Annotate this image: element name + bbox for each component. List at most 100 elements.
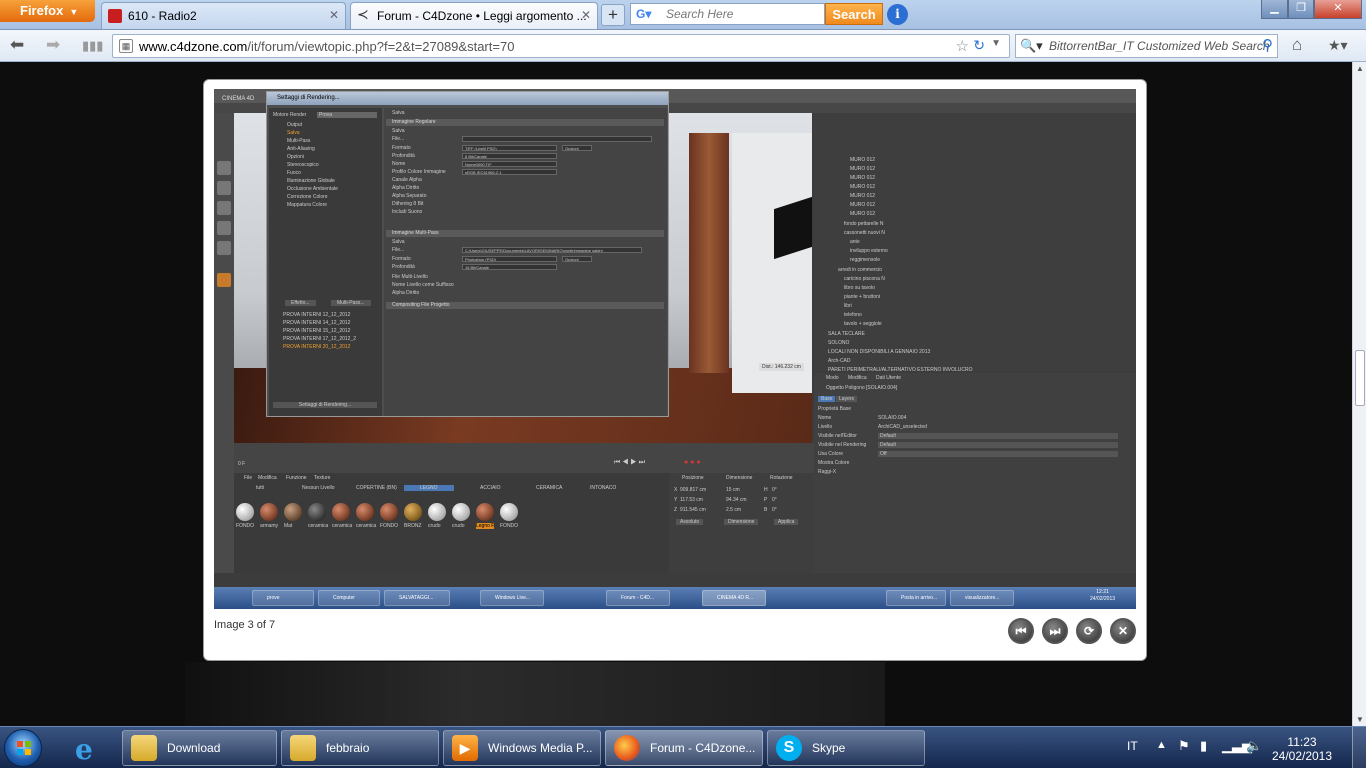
tree-item[interactable]: cassonetti nuovi N [844,230,885,236]
timeline[interactable]: 0 F ⏮ ◀ ▶ ⏭ ● ● ● [234,443,814,473]
coord-field[interactable]: 911.545 cm [680,507,706,513]
mat-menu-item[interactable]: Texture [314,475,330,481]
mat-tab-active[interactable]: LEGNO [404,485,454,491]
tree-item[interactable]: Arch-CAD [828,358,851,364]
attr-tab-layers[interactable]: Layers [836,396,858,402]
tree-item[interactable]: caricino piscona N [844,276,885,282]
settings-item-color-mapping[interactable]: Mappatura Colore [287,202,327,208]
coord-field[interactable]: 117.53 cm [680,497,703,503]
tree-item[interactable]: piante + bruttoni [844,294,880,300]
taskbar-item-firefox[interactable]: Forum - C4Dzone... [605,730,763,766]
chevron-down-icon[interactable]: ▼ [991,38,1001,49]
tree-item[interactable]: ante [850,239,860,245]
tree-item[interactable]: tavolo + seggiole [844,321,882,327]
section-regular-image[interactable]: Immagine Regolare [386,119,664,126]
restore-button[interactable]: ❐ [1288,0,1314,19]
attr-menu-item[interactable]: Modifica [848,375,867,381]
settings-item-color-correction[interactable]: Correzione Colore [287,194,328,200]
section-compositing[interactable]: Compositing File Progetto [386,302,664,309]
mat-tab[interactable]: ACCIAIO [480,485,501,491]
material-ball[interactable] [404,503,422,521]
material-ball[interactable] [380,503,398,521]
forward-arrow-icon[interactable]: ➡ [46,35,60,55]
file-path-field[interactable] [462,136,652,142]
minimize-button[interactable]: ▁ [1261,0,1288,19]
tree-item[interactable]: MURO 012 [850,157,875,163]
tree-item[interactable]: libri [844,303,852,309]
close-icon[interactable]: ✕ [581,8,591,22]
toolbar-search-input[interactable]: G▾ Search Here [630,3,825,25]
back-arrow-icon[interactable]: ⬅ [10,35,24,55]
settings-item-ao[interactable]: Occlusione Ambientale [287,186,338,192]
material-ball[interactable] [452,503,470,521]
preset-item[interactable]: PROVA INTERNI 12_12_2012 [283,312,350,318]
settings-item-options[interactable]: Opzioni [287,154,304,160]
material-ball[interactable] [236,503,254,521]
tree-item[interactable]: MURO 012 [850,202,875,208]
mat-menu-item[interactable]: Modifica [258,475,277,481]
coord-field[interactable]: 0° [772,487,777,493]
settings-item-multipass[interactable]: Multi-Pass [287,138,310,144]
effect-button[interactable]: Effetto... [285,300,316,306]
coord-field[interactable]: 909.817 cm [680,487,706,493]
section-multipass-image[interactable]: Immagine Multi-Pass [386,230,664,237]
mat-tab[interactable]: INTONACO [590,485,616,491]
tool-icon[interactable] [217,221,231,235]
apply-button[interactable]: Applica [774,519,799,525]
info-icon[interactable]: i [887,4,908,25]
tree-item[interactable]: LOCALI NON DISPONIBILI A GENNAIO 2013 [828,349,930,355]
name-select[interactable]: Nome0000.TIF [462,161,557,167]
tree-item[interactable]: MURO 012 [850,166,875,172]
tool-icon[interactable] [217,161,231,175]
attr-tab-base[interactable]: Base [818,396,836,402]
volume-icon[interactable]: 🔈 [1246,738,1262,754]
close-window-button[interactable]: ✕ [1314,0,1362,19]
preset-item[interactable]: PROVA INTERNI 17_12_2012_2 [283,336,356,342]
material-ball[interactable] [284,503,302,521]
attr-value[interactable]: ArchiCAD_unselected [878,424,927,430]
tool-icon[interactable] [217,181,231,195]
playback-controls-icon[interactable]: ⏮ ◀ ▶ ⏭ [614,459,645,467]
scrollbar-thumb[interactable] [1355,350,1365,406]
material-ball[interactable] [356,503,374,521]
tree-item[interactable]: MURO 012 [850,175,875,181]
tray-expand-icon[interactable]: ▲ [1156,739,1167,751]
tree-item[interactable]: MURO 012 [850,193,875,199]
tree-item[interactable]: SALA TECLARE [828,331,865,337]
material-ball[interactable] [500,503,518,521]
tree-item[interactable]: SOLONO [828,340,849,346]
reload-icon[interactable]: ↻ [973,37,985,54]
mat-tab[interactable]: CERAMICA [536,485,562,491]
material-ball[interactable] [308,503,326,521]
settings-item-antialiasing[interactable]: Anti-Aliasing [287,146,315,152]
mat-menu-item[interactable]: File [244,475,252,481]
multipass-depth-select[interactable]: 16 Bit/Canale [462,264,557,270]
material-ball[interactable] [476,503,494,521]
coord-field[interactable]: 0° [772,507,777,513]
taskbar-item-febbraio[interactable]: febbraio [281,730,439,766]
language-indicator[interactable]: IT [1127,739,1138,753]
multipass-file-field[interactable]: C:\Users\GIUSEPPE\Documents\LAVORI\SEMIN… [462,247,642,253]
mat-menu-item[interactable]: Funzione [286,475,307,481]
color-profile-field[interactable]: sRGB IEC61966-2.1 [462,169,557,175]
scroll-up-icon[interactable]: ▲ [1356,64,1364,73]
settings-item-stereo[interactable]: Stereoscopico [287,162,319,168]
tree-item[interactable]: MURO 012 [850,184,875,190]
coord-mode-select[interactable]: Assoluto [676,519,704,525]
settings-item-output[interactable]: Output [287,122,302,128]
preset-item-active[interactable]: PROVA INTERNI 20_12_2012 [283,344,350,350]
multipass-button[interactable]: Multi-Pass... [331,300,371,306]
close-icon[interactable]: ✕ [329,8,339,22]
start-button[interactable] [4,729,42,767]
show-desktop-button[interactable] [1352,727,1366,768]
tree-item[interactable]: MURO 012 [850,211,875,217]
url-bar[interactable]: ▦ www.c4dzone.com/it/forum/viewtopic.php… [112,34,1010,58]
tool-icon[interactable] [217,241,231,255]
settings-item-gi[interactable]: Illuminazione Globale [287,178,335,184]
tree-item[interactable]: reggimensole [850,257,880,263]
tab-radio2[interactable]: 610 - Radio2 ✕ [101,2,346,29]
web-search-input[interactable]: 🔍▾ BittorrentBar_IT Customized Web Searc… [1015,34,1278,58]
preset-item[interactable]: PROVA INTERNI 14_12_2012 [283,320,350,326]
tab-c4dzone-forum[interactable]: ≺ Forum - C4Dzone • Leggi argomento ... … [350,2,598,29]
bookmarks-menu-icon[interactable]: ★▾ [1328,37,1348,54]
